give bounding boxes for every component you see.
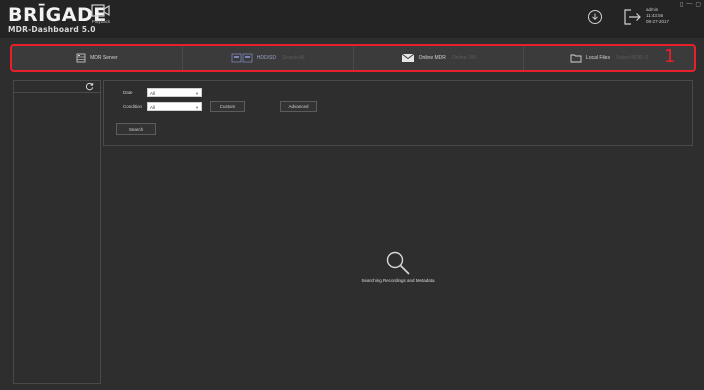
tab-label: Online MDR (418, 55, 446, 61)
brand-subtitle: MDR-Dashboard 5.0 (8, 25, 96, 34)
restore-icon[interactable]: ▯ (680, 1, 683, 8)
title-bar: BRĪGADE MDR-Dashboard 5.0 Playback admin… (0, 0, 704, 38)
minimize-icon[interactable]: — (686, 1, 692, 8)
tab-sublabel: Select MDR: 0 (615, 55, 649, 61)
date-select-value: All (150, 91, 156, 96)
maximize-icon[interactable]: ▢ (695, 1, 701, 8)
custom-button[interactable]: Custom (210, 101, 245, 112)
source-tabs: MDR Server HDD/SD Search All Online MDR … (10, 44, 696, 72)
logout-icon[interactable] (623, 7, 643, 27)
user-info: admin 11:43:56 08-27-2017 (646, 7, 669, 25)
tab-mdr-server[interactable]: MDR Server (12, 46, 183, 70)
tab-label: Local Files (586, 55, 610, 61)
folder-icon (570, 54, 582, 63)
playback-label: Playback (91, 19, 111, 24)
hdd-sd-icon (231, 53, 253, 63)
video-camera-icon (91, 4, 110, 17)
device-list-panel (13, 80, 101, 384)
advanced-button[interactable]: Advanced (280, 101, 317, 112)
date-label: Date (123, 90, 133, 95)
tab-sublabel: Search All (281, 55, 305, 61)
search-status-text: Searching Recordings and Metadata (361, 278, 435, 283)
clock-date: 08-27-2017 (646, 19, 670, 24)
tab-label: MDR Server (90, 55, 118, 61)
tab-sublabel: Online: 0/0 (451, 55, 477, 61)
search-button[interactable]: Search (116, 123, 156, 135)
refresh-icon[interactable] (85, 82, 94, 91)
window-controls: ▯ — ▢ ✕ (680, 1, 704, 8)
date-select[interactable]: All ▼ (147, 88, 202, 97)
search-icon (386, 251, 410, 275)
condition-label: Condition (123, 104, 143, 109)
tab-online-mdr[interactable]: Online MDR Online: 0/0 (354, 46, 525, 70)
search-filter-panel: Date All ▼ Condition All ▼ Custom Advanc… (103, 80, 693, 146)
online-mdr-icon (401, 53, 414, 62)
playback-button[interactable]: Playback (88, 3, 114, 24)
device-list-header (14, 81, 100, 93)
tab-label: HDD/SD (256, 55, 276, 61)
tab-hdd-sd[interactable]: HDD/SD Search All (183, 46, 354, 70)
annotation-number: 1 (664, 46, 676, 67)
condition-select[interactable]: All ▼ (147, 102, 202, 111)
chevron-down-icon: ▼ (195, 105, 199, 110)
chevron-down-icon: ▼ (195, 91, 199, 96)
condition-select-value: All (150, 105, 156, 110)
download-icon[interactable] (587, 9, 603, 25)
server-icon (76, 53, 86, 63)
